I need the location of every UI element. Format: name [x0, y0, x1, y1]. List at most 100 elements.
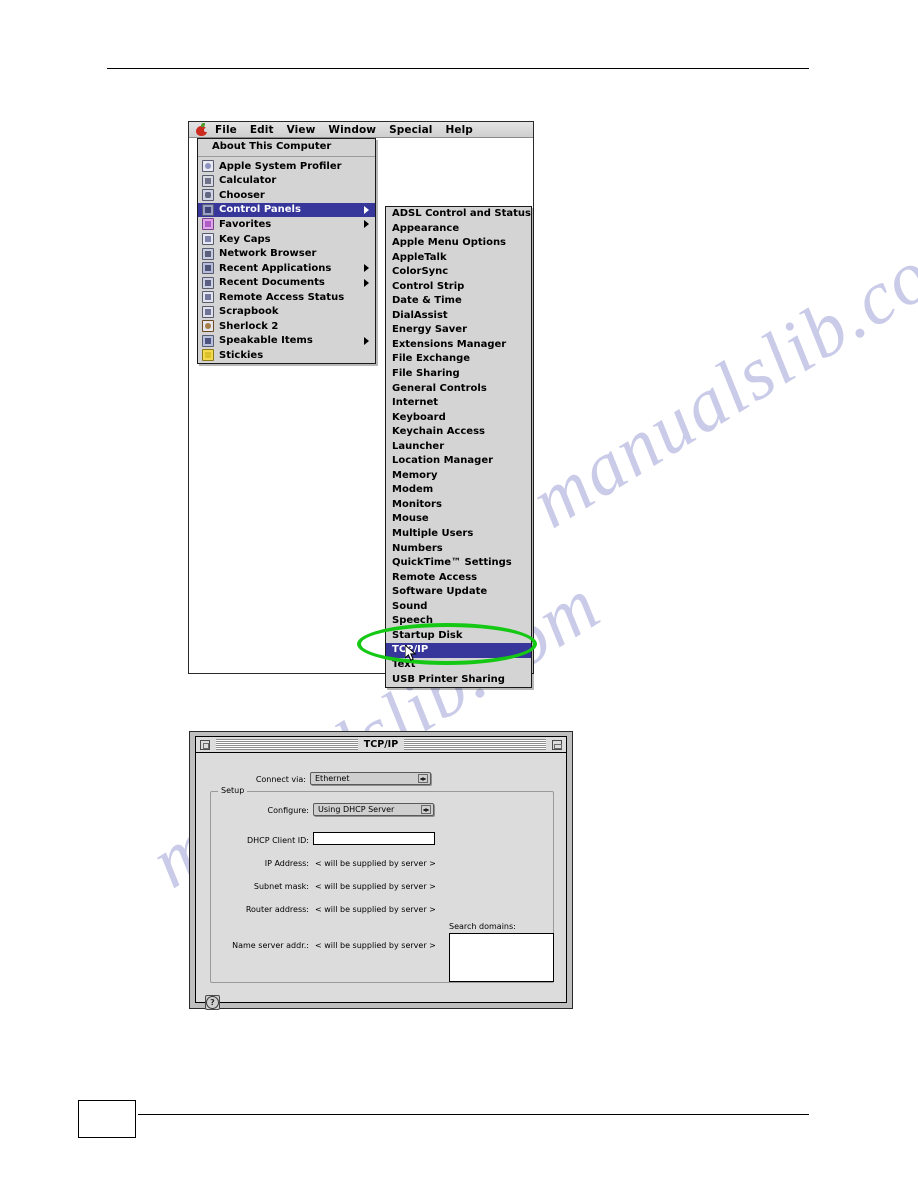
menu-item-calculator[interactable]: Calculator — [198, 174, 375, 189]
submenu-item-remote-access[interactable]: Remote Access — [386, 571, 531, 586]
page-number-box — [78, 1100, 136, 1138]
page-header-rule — [107, 68, 809, 69]
menu-item-stickies[interactable]: Stickies — [198, 348, 375, 363]
submenu-item-appearance[interactable]: Appearance — [386, 222, 531, 237]
submenu-item-multiple-users[interactable]: Multiple Users — [386, 527, 531, 542]
connect-via-dropdown[interactable]: Ethernet — [310, 772, 431, 785]
submenu-item-file-exchange[interactable]: File Exchange — [386, 352, 531, 367]
menu-item-sherlock-2[interactable]: Sherlock 2 — [198, 319, 375, 334]
menu-item-recent-documents[interactable]: Recent Documents — [198, 275, 375, 290]
search-domains-input[interactable] — [449, 933, 554, 982]
menu-bar: File Edit View Window Special Help — [189, 122, 533, 138]
configure-dropdown[interactable]: Using DHCP Server — [313, 803, 434, 816]
macos-desktop-screenshot: File Edit View Window Special Help About… — [188, 121, 537, 689]
key-caps-icon — [202, 233, 214, 245]
help-button[interactable]: ? — [205, 995, 220, 1010]
tcpip-window-title-text: TCP/IP — [357, 739, 405, 750]
menu-help[interactable]: Help — [446, 124, 473, 136]
submenu-item-speech[interactable]: Speech — [386, 614, 531, 629]
tcpip-window-body: Connect via: Ethernet Setup Configure: U… — [196, 753, 566, 1010]
control-panels-icon — [202, 203, 214, 216]
submenu-item-startup-disk[interactable]: Startup Disk — [386, 629, 531, 644]
recent-applications-icon — [202, 262, 214, 275]
menu-item-favorites[interactable]: Favorites — [198, 217, 375, 232]
menu-item-control-panels[interactable]: Control Panels — [198, 202, 375, 218]
profiler-icon — [202, 160, 214, 173]
menu-item-label: Key Caps — [219, 233, 271, 245]
dhcp-client-id-input[interactable] — [313, 832, 435, 845]
search-domains-label: Search domains: — [449, 922, 516, 931]
menu-file[interactable]: File — [215, 124, 237, 136]
tcpip-control-panel-screenshot: TCP/IP Connect via: Ethernet Setup Confi… — [189, 731, 573, 1010]
subnet-mask-value: < will be supplied by server > — [315, 882, 436, 891]
control-panels-submenu: ADSL Control and Status Appearance Apple… — [385, 206, 532, 689]
menu-window[interactable]: Window — [328, 124, 376, 136]
submenu-item-energy-saver[interactable]: Energy Saver — [386, 323, 531, 338]
stickies-icon — [202, 349, 214, 362]
name-server-addr-label: Name server addr.: — [232, 941, 309, 950]
submenu-item-date-and-time[interactable]: Date & Time — [386, 294, 531, 309]
menu-item-speakable-items[interactable]: Speakable Items — [198, 334, 375, 349]
menu-special[interactable]: Special — [389, 124, 432, 136]
collapse-box-icon[interactable] — [552, 740, 562, 750]
submenu-item-numbers[interactable]: Numbers — [386, 542, 531, 557]
submenu-item-memory[interactable]: Memory — [386, 469, 531, 484]
submenu-item-keychain-access[interactable]: Keychain Access — [386, 425, 531, 440]
menu-item-network-browser[interactable]: Network Browser — [198, 246, 375, 261]
close-box-icon[interactable] — [200, 740, 210, 750]
submenu-item-monitors[interactable]: Monitors — [386, 498, 531, 513]
menu-item-label: Calculator — [219, 175, 277, 187]
arrow-cursor-icon — [405, 645, 417, 661]
dhcp-client-id-label: DHCP Client ID: — [246, 836, 309, 845]
tcpip-title-bar[interactable]: TCP/IP — [196, 737, 566, 753]
submenu-item-software-update[interactable]: Software Update — [386, 585, 531, 600]
speakable-items-icon — [202, 334, 214, 347]
menu-edit[interactable]: Edit — [250, 124, 274, 136]
submenu-item-internet[interactable]: Internet — [386, 396, 531, 411]
favorites-icon — [202, 218, 214, 231]
submenu-item-colorsync[interactable]: ColorSync — [386, 265, 531, 280]
router-address-label: Router address: — [245, 905, 309, 914]
submenu-item-adsl-control-and-status[interactable]: ADSL Control and Status — [386, 207, 531, 222]
recent-documents-icon — [202, 276, 214, 289]
submenu-item-usb-printer-sharing[interactable]: USB Printer Sharing — [386, 673, 531, 688]
menu-item-label: Scrapbook — [219, 306, 279, 318]
name-server-addr-value: < will be supplied by server > — [315, 941, 436, 950]
sherlock-icon — [202, 320, 214, 333]
submenu-item-apple-menu-options[interactable]: Apple Menu Options — [386, 236, 531, 251]
menu-item-scrapbook[interactable]: Scrapbook — [198, 304, 375, 319]
menu-view[interactable]: View — [287, 124, 316, 136]
submenu-item-keyboard[interactable]: Keyboard — [386, 411, 531, 426]
connect-via-label: Connect via: — [255, 775, 306, 784]
tcpip-window: TCP/IP Connect via: Ethernet Setup Confi… — [195, 736, 567, 1010]
menu-item-label: Recent Documents — [219, 277, 325, 289]
submenu-item-modem[interactable]: Modem — [386, 483, 531, 498]
menu-item-label: Stickies — [219, 349, 264, 361]
submenu-item-launcher[interactable]: Launcher — [386, 440, 531, 455]
submenu-item-sound[interactable]: Sound — [386, 600, 531, 615]
menu-item-about-this-computer[interactable]: About This Computer — [198, 139, 375, 154]
apple-logo-icon[interactable] — [196, 122, 208, 136]
remote-access-status-icon — [202, 291, 214, 304]
menu-item-remote-access-status[interactable]: Remote Access Status — [198, 290, 375, 305]
submenu-item-file-sharing[interactable]: File Sharing — [386, 367, 531, 382]
submenu-arrow-icon — [364, 220, 369, 229]
menu-item-label: Recent Applications — [219, 262, 332, 274]
submenu-arrow-icon — [364, 336, 369, 345]
submenu-item-dialassist[interactable]: DialAssist — [386, 309, 531, 324]
submenu-item-location-manager[interactable]: Location Manager — [386, 454, 531, 469]
submenu-item-control-strip[interactable]: Control Strip — [386, 280, 531, 295]
submenu-arrow-icon — [364, 278, 369, 287]
menu-item-apple-system-profiler[interactable]: Apple System Profiler — [198, 159, 375, 174]
menu-item-chooser[interactable]: Chooser — [198, 188, 375, 203]
menu-item-recent-applications[interactable]: Recent Applications — [198, 261, 375, 276]
menu-item-key-caps[interactable]: Key Caps — [198, 232, 375, 247]
submenu-item-appletalk[interactable]: AppleTalk — [386, 251, 531, 266]
submenu-item-extensions-manager[interactable]: Extensions Manager — [386, 338, 531, 353]
submenu-item-general-controls[interactable]: General Controls — [386, 382, 531, 397]
menu-item-label: Favorites — [219, 218, 272, 230]
menu-item-label: Control Panels — [219, 204, 301, 216]
submenu-item-mouse[interactable]: Mouse — [386, 512, 531, 527]
submenu-item-quicktime-settings[interactable]: QuickTime™ Settings — [386, 556, 531, 571]
menu-item-label: Remote Access Status — [219, 291, 345, 303]
